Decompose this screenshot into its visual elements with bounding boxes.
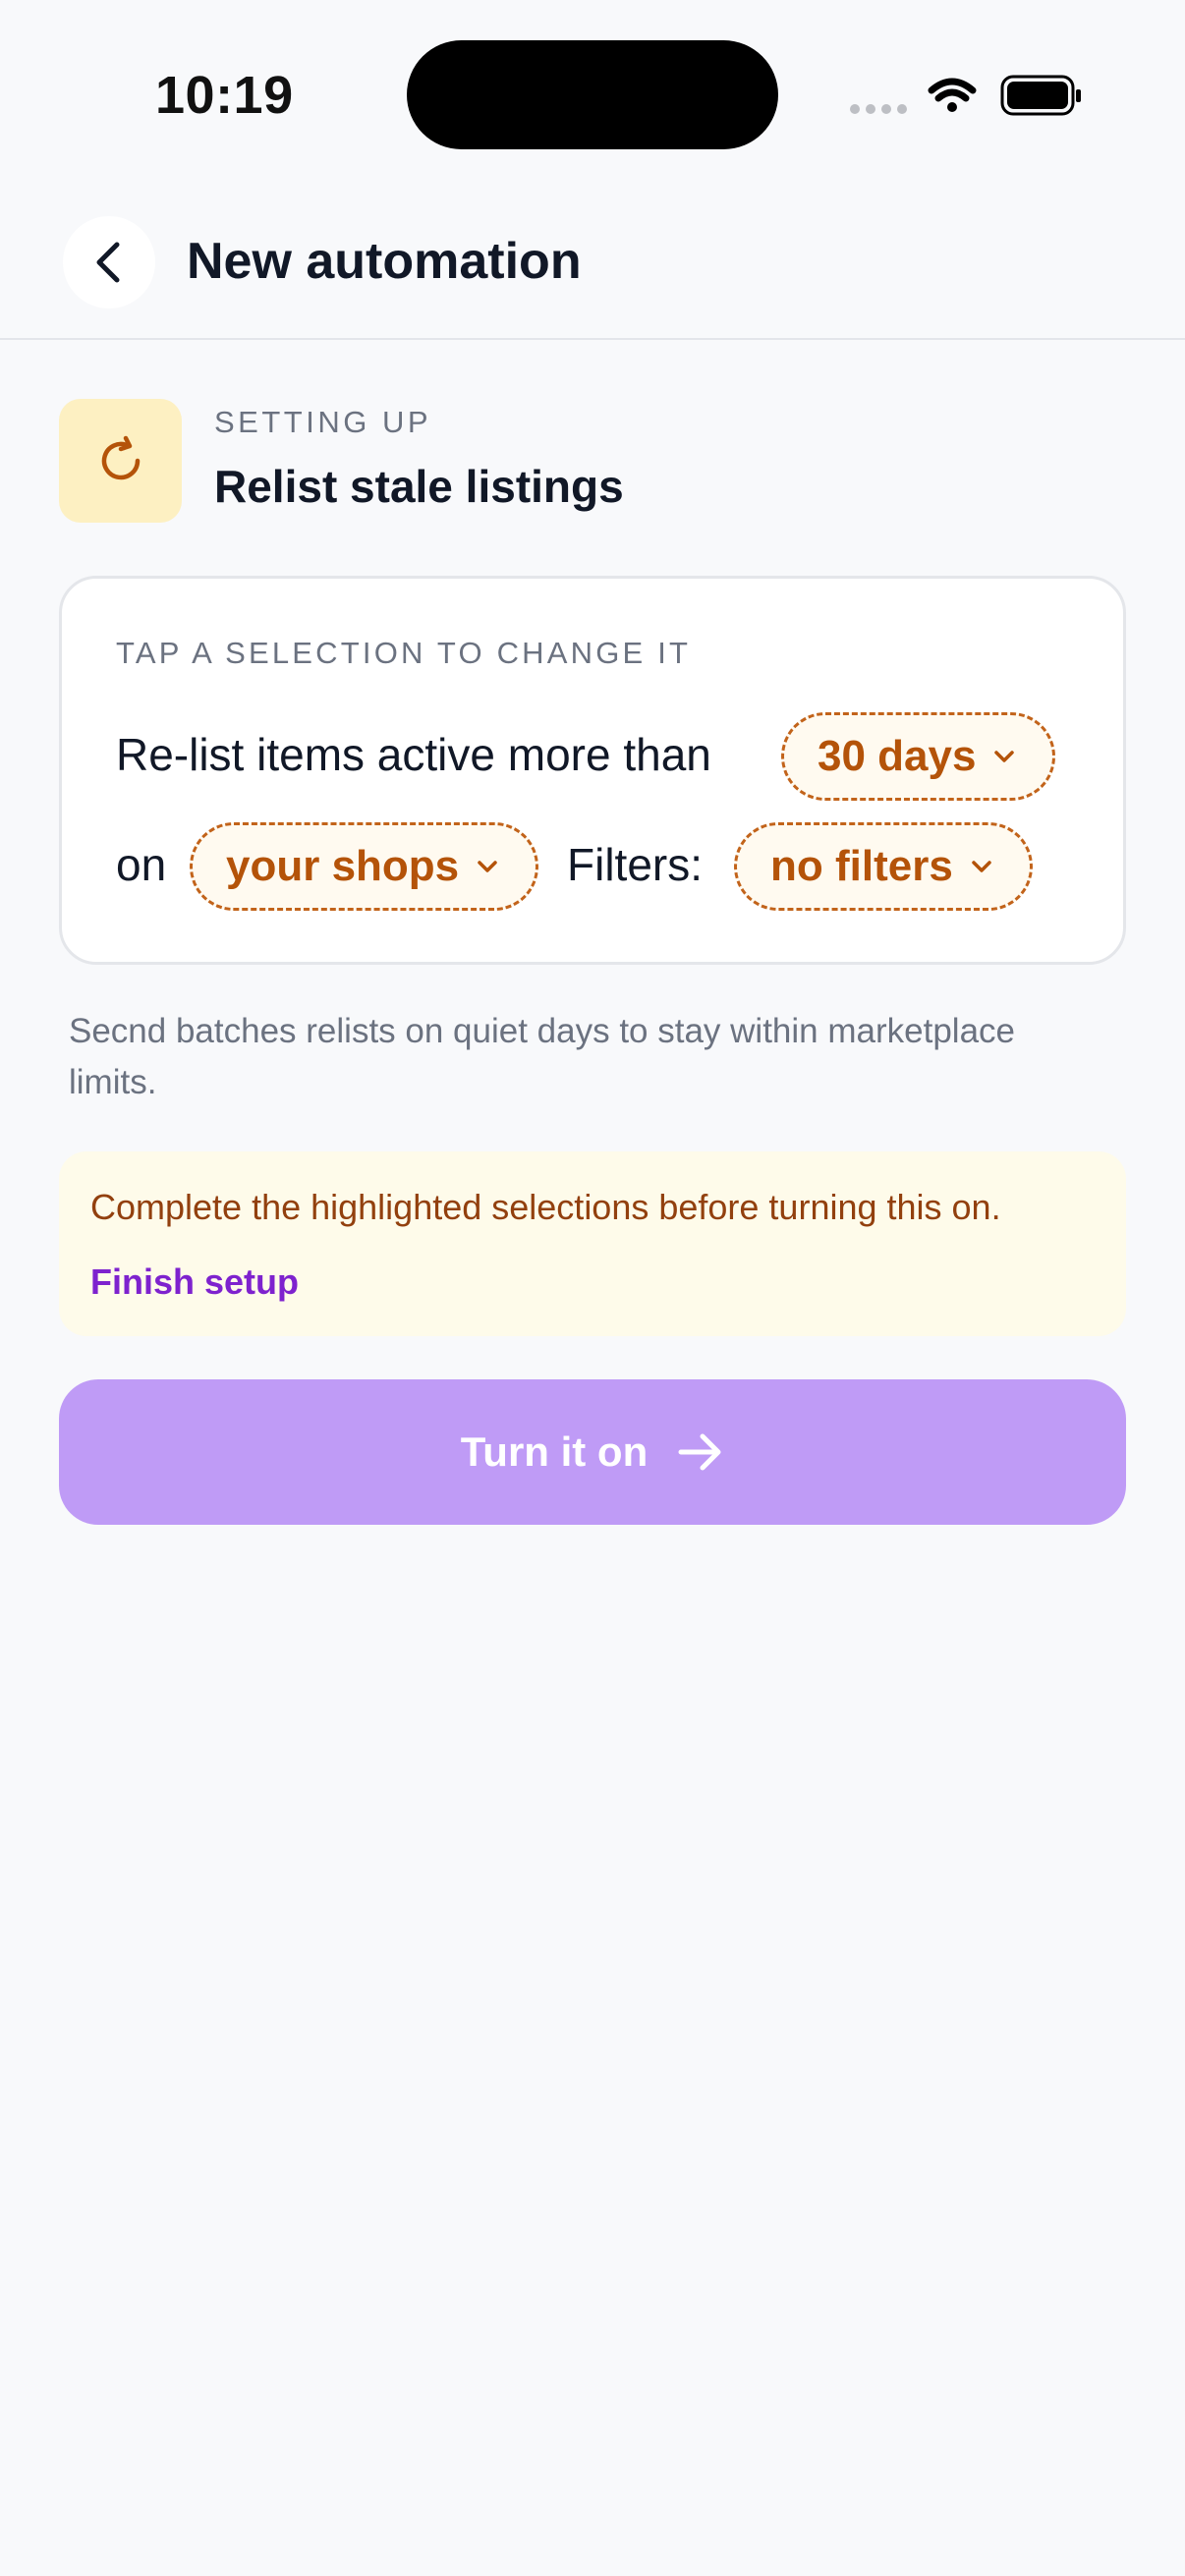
chevron-left-icon bbox=[96, 242, 120, 283]
sentence-text-3: Filters: bbox=[567, 839, 703, 890]
days-chip-label: 30 days bbox=[818, 732, 977, 780]
status-time: 10:19 bbox=[155, 66, 294, 125]
filters-chip-label: no filters bbox=[770, 842, 953, 890]
turn-on-button[interactable]: Turn it on bbox=[59, 1379, 1126, 1525]
shops-chip[interactable]: your shops bbox=[190, 822, 539, 911]
helper-note: Secnd batches relists on quiet days to s… bbox=[69, 1012, 1015, 1101]
card-eyebrow: TAP A SELECTION TO CHANGE IT bbox=[116, 636, 692, 670]
automation-title: Relist stale listings bbox=[214, 461, 624, 512]
battery-icon bbox=[1000, 75, 1081, 116]
back-button[interactable] bbox=[63, 216, 155, 308]
selection-card: TAP A SELECTION TO CHANGE IT Re-list ite… bbox=[59, 576, 1126, 965]
shops-chip-label: your shops bbox=[226, 842, 460, 890]
wifi-icon bbox=[928, 78, 977, 112]
filters-chip[interactable]: no filters bbox=[734, 822, 1033, 911]
chevron-down-icon bbox=[972, 861, 991, 872]
chevron-down-icon bbox=[478, 861, 497, 872]
status-icons bbox=[850, 75, 1081, 116]
app-header: New automation bbox=[0, 187, 1185, 340]
automation-summary: SETTING UP Relist stale listings bbox=[59, 399, 1130, 527]
status-bar: 10:19 bbox=[0, 0, 1185, 177]
finish-setup-link[interactable]: Finish setup bbox=[90, 1261, 299, 1303]
warning-message: Complete the highlighted selections befo… bbox=[90, 1187, 1001, 1227]
days-chip[interactable]: 30 days bbox=[781, 712, 1056, 801]
sentence-text-1: Re-list items active more than bbox=[116, 729, 711, 780]
warning-banner: Complete the highlighted selections befo… bbox=[59, 1151, 1126, 1336]
setup-eyebrow: SETTING UP bbox=[214, 405, 432, 439]
sentence-text-2: on bbox=[116, 839, 167, 890]
turn-on-button-label: Turn it on bbox=[460, 1428, 649, 1475]
page-title: New automation bbox=[187, 233, 582, 290]
automation-icon-tile bbox=[59, 399, 182, 523]
refresh-icon bbox=[101, 435, 140, 480]
arrow-right-icon bbox=[678, 1433, 721, 1471]
signal-icon bbox=[850, 104, 907, 114]
dynamic-island bbox=[407, 40, 778, 149]
chevron-down-icon bbox=[994, 751, 1015, 762]
